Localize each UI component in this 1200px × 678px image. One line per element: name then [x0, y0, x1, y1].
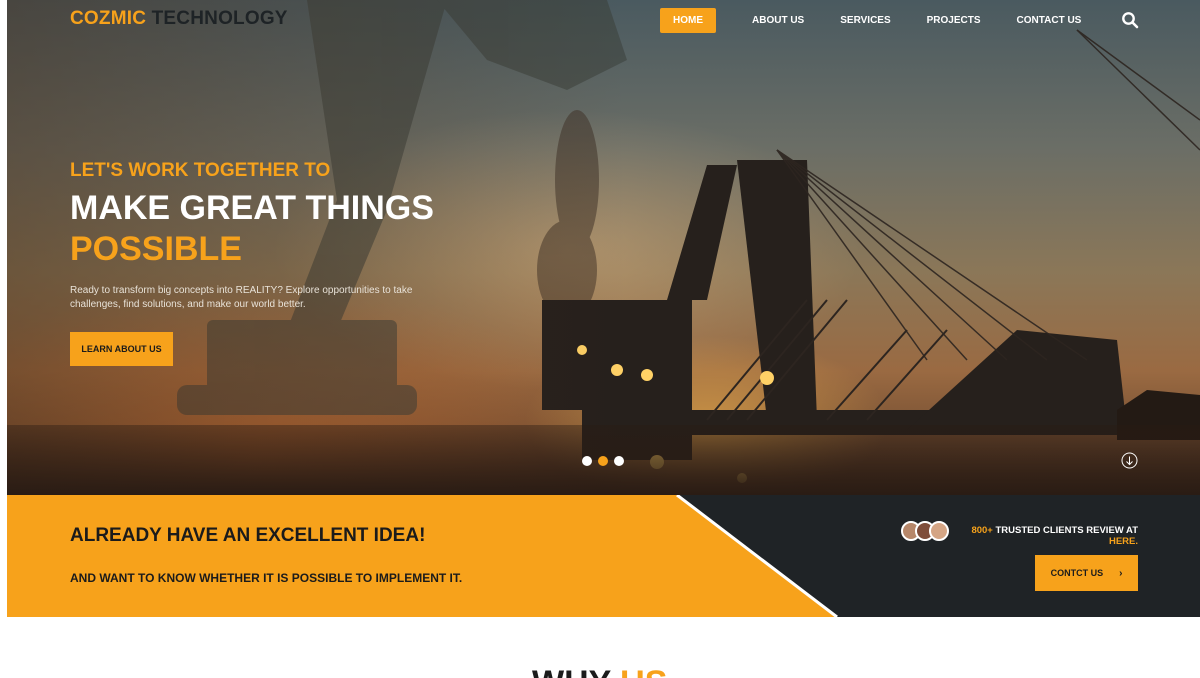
clients-label: TRUSTED CLIENTS REVIEW AT	[995, 525, 1139, 536]
cta-band	[7, 495, 1200, 617]
nav-item-home[interactable]: HOME	[660, 7, 716, 33]
slider-dot-1[interactable]	[582, 456, 592, 466]
nav-item-about-us[interactable]: ABOUT US	[752, 15, 804, 26]
scroll-down-icon[interactable]	[1121, 452, 1138, 469]
learn-about-us-button[interactable]: LEARN ABOUT US	[70, 332, 173, 366]
nav-item-projects[interactable]: PROJECTS	[927, 15, 981, 26]
avatar	[929, 521, 949, 541]
brand-name-part1: COZMIC	[70, 8, 147, 29]
brand-logo[interactable]: COZMIC TECHNOLOGY	[70, 8, 288, 30]
cta-subtitle: AND WANT TO KNOW WHETHER IT IS POSSIBLE …	[70, 571, 463, 585]
nav-item-contact-us[interactable]: CONTACT US	[1017, 15, 1082, 26]
clients-review-link[interactable]: HERE.	[971, 536, 1138, 547]
nav-item-services[interactable]: SERVICES	[840, 15, 890, 26]
slider-dots	[582, 456, 630, 466]
client-avatars	[901, 521, 951, 541]
chevron-right-icon: ›	[1119, 567, 1123, 579]
why-us-heading-word1: WHY	[532, 664, 611, 678]
brand-name-part2: TECHNOLOGY	[151, 8, 288, 29]
search-icon[interactable]	[1121, 11, 1139, 29]
cta-title: ALREADY HAVE AN EXCELLENT IDEA!	[70, 525, 426, 546]
slider-dot-2[interactable]	[598, 456, 608, 466]
slider-dot-3[interactable]	[614, 456, 624, 466]
hero-headline-highlight: POSSIBLE	[70, 230, 242, 268]
hero-lead-text: Ready to transform big concepts into REA…	[70, 285, 413, 310]
why-us-heading-word2: US	[620, 664, 667, 678]
hero-kicker: LET'S WORK TOGETHER TO	[70, 160, 331, 181]
contact-us-button[interactable]: CONTCT US ›	[1035, 555, 1138, 591]
landing-page: COZMIC TECHNOLOGY HOME ABOUT US SERVICES…	[0, 0, 1200, 678]
clients-count: 800+	[971, 525, 993, 536]
hero-headline: MAKE GREAT THINGS	[70, 189, 434, 227]
cta-band-shape	[7, 495, 838, 617]
main-nav: HOME ABOUT US SERVICES PROJECTS CONTACT …	[660, 7, 1117, 33]
trusted-clients-text: 800+ TRUSTED CLIENTS REVIEW AT HERE.	[971, 525, 1138, 547]
contact-us-button-label: CONTCT US	[1050, 568, 1104, 578]
why-us-heading: WHY US	[532, 663, 667, 678]
